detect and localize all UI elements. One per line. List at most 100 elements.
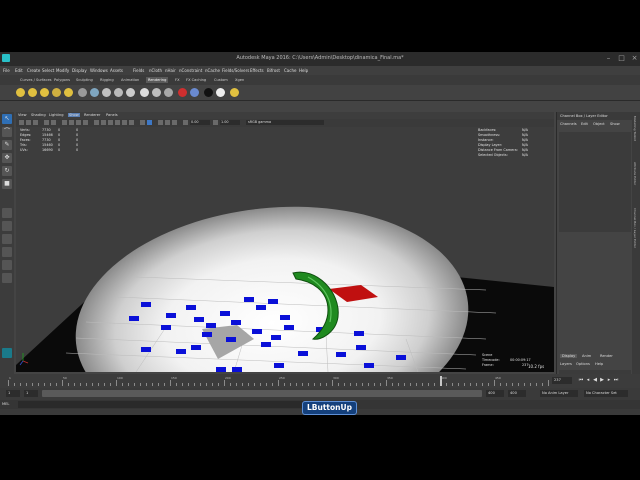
view-transform-dropdown[interactable]: sRGB gamma: [246, 120, 324, 125]
render-settings-icon[interactable]: [126, 88, 135, 97]
antialiasing-icon[interactable]: [165, 120, 170, 125]
anim-layer-dropdown[interactable]: No Anim Layer: [540, 390, 578, 397]
maximize-icon[interactable]: □: [617, 54, 626, 63]
panel-menu-lighting[interactable]: Lighting: [49, 113, 64, 117]
playback-start-field[interactable]: 1: [24, 390, 38, 397]
volume-light-icon[interactable]: [64, 88, 73, 97]
tab-fx-caching[interactable]: FX Caching: [184, 77, 208, 83]
gate-mask-icon[interactable]: [83, 120, 88, 125]
play-back-icon[interactable]: ◀: [592, 377, 598, 384]
go-to-start-icon[interactable]: ⏮: [578, 377, 584, 384]
menu-help[interactable]: Help: [299, 68, 308, 73]
close-icon[interactable]: ×: [630, 54, 639, 63]
hypershade-icon[interactable]: [190, 88, 199, 97]
menu-ncache[interactable]: nCache: [205, 68, 220, 73]
layer-menu-help[interactable]: Help: [595, 362, 603, 366]
menu-nhair[interactable]: nHair: [165, 68, 176, 73]
channel-box-area[interactable]: [559, 132, 631, 232]
lambert-sphere-icon[interactable]: [140, 88, 149, 97]
single-view-icon[interactable]: [2, 208, 12, 218]
wireframe-icon[interactable]: [94, 120, 99, 125]
panel-menu-show[interactable]: Show: [68, 113, 80, 117]
panel-menu-renderer[interactable]: Renderer: [84, 113, 100, 117]
menu-effects[interactable]: Effects: [250, 68, 264, 73]
step-forward-icon[interactable]: ▸: [606, 377, 612, 384]
tab-fx[interactable]: FX: [173, 77, 182, 83]
rotate-tool-icon[interactable]: ↻: [2, 166, 12, 176]
resolution-gate-icon[interactable]: [76, 120, 81, 125]
grid-icon[interactable]: [62, 120, 67, 125]
tab-animation[interactable]: Animation: [119, 77, 141, 83]
menu-assets[interactable]: Assets: [110, 68, 123, 73]
exposure-field[interactable]: 0.00: [190, 120, 210, 125]
command-input[interactable]: [18, 401, 318, 408]
cb-menu-object[interactable]: Object: [593, 122, 605, 126]
image-plane-icon[interactable]: [44, 120, 49, 125]
black-shader-icon[interactable]: [204, 88, 213, 97]
outliner-layout-icon[interactable]: [2, 273, 12, 283]
persp-graph-icon[interactable]: [2, 247, 12, 257]
menu-edit[interactable]: Edit: [15, 68, 23, 73]
range-bar[interactable]: [42, 390, 482, 397]
layer-menu-layers[interactable]: Layers: [560, 362, 572, 366]
menu-select[interactable]: Select: [42, 68, 54, 73]
white-shader-icon[interactable]: [216, 88, 225, 97]
phong-sphere-icon[interactable]: [164, 88, 173, 97]
tab-display-layers[interactable]: Display: [560, 354, 578, 358]
menu-file[interactable]: File: [3, 68, 10, 73]
spot-light-icon[interactable]: [28, 88, 37, 97]
cb-menu-channels[interactable]: Channels: [560, 122, 577, 126]
minimize-icon[interactable]: –: [604, 54, 613, 63]
four-view-icon[interactable]: [2, 221, 12, 231]
tab-curves-surfaces[interactable]: Curves / Surfaces: [18, 77, 54, 83]
surface-shader-icon[interactable]: [178, 88, 187, 97]
gamma-icon[interactable]: [213, 120, 218, 125]
menu-cache[interactable]: Cache: [284, 68, 296, 73]
tab-sculpting[interactable]: Sculpting: [74, 77, 95, 83]
xray-icon[interactable]: [147, 120, 152, 125]
exposure-icon[interactable]: [183, 120, 188, 125]
tab-xgen[interactable]: Xgen: [233, 77, 246, 83]
tab-rigging[interactable]: Rigging: [98, 77, 116, 83]
camera-icon[interactable]: [78, 88, 87, 97]
light-icon[interactable]: [16, 88, 25, 97]
textured-icon[interactable]: [115, 120, 120, 125]
panel-menu-panels[interactable]: Panels: [106, 113, 118, 117]
point-light-icon[interactable]: [40, 88, 49, 97]
select-tool-icon[interactable]: ↖: [2, 114, 12, 124]
paint-select-icon[interactable]: ✎: [2, 140, 12, 150]
tab-rendering[interactable]: Rendering: [146, 77, 169, 83]
tab-modelling-toolkit[interactable]: Modelling Toolkit: [633, 116, 637, 141]
cb-menu-edit[interactable]: Edit: [581, 122, 588, 126]
tab-attribute-editor[interactable]: Attribute Editor: [633, 162, 637, 185]
command-language-label[interactable]: MEL: [2, 402, 9, 406]
persp-outliner-icon[interactable]: [2, 234, 12, 244]
lasso-tool-icon[interactable]: ⌒: [2, 127, 12, 137]
hypergraph-icon[interactable]: [230, 88, 239, 97]
step-back-icon[interactable]: ◂: [585, 377, 591, 384]
lights-icon[interactable]: [122, 120, 127, 125]
start-time-field[interactable]: 1: [6, 390, 20, 397]
end-time-field[interactable]: 400: [508, 390, 526, 397]
menu-bifrost[interactable]: Bifrost: [267, 68, 280, 73]
isolate-select-icon[interactable]: [140, 120, 145, 125]
current-frame-field[interactable]: 237: [552, 377, 572, 384]
layer-menu-options[interactable]: Options: [576, 362, 590, 366]
menu-modify[interactable]: Modify: [56, 68, 69, 73]
menu-fields[interactable]: Fields: [133, 68, 144, 73]
render-view-icon[interactable]: [90, 88, 99, 97]
playback-end-field[interactable]: 400: [486, 390, 504, 397]
shadows-icon[interactable]: [129, 120, 134, 125]
cb-menu-show[interactable]: Show: [610, 122, 620, 126]
panel-menu-view[interactable]: View: [18, 113, 27, 117]
bookmark-icon[interactable]: [33, 120, 38, 125]
menu-display[interactable]: Display: [72, 68, 87, 73]
blinn-sphere-icon[interactable]: [152, 88, 161, 97]
menu-ncloth[interactable]: nCloth: [149, 68, 162, 73]
playhead[interactable]: [440, 376, 442, 386]
menu-nconstraint[interactable]: nConstraint: [179, 68, 202, 73]
menu-windows[interactable]: Windows: [90, 68, 108, 73]
film-gate-icon[interactable]: [69, 120, 74, 125]
menu-create[interactable]: Create: [27, 68, 40, 73]
tab-polygons[interactable]: Polygons: [52, 77, 72, 83]
